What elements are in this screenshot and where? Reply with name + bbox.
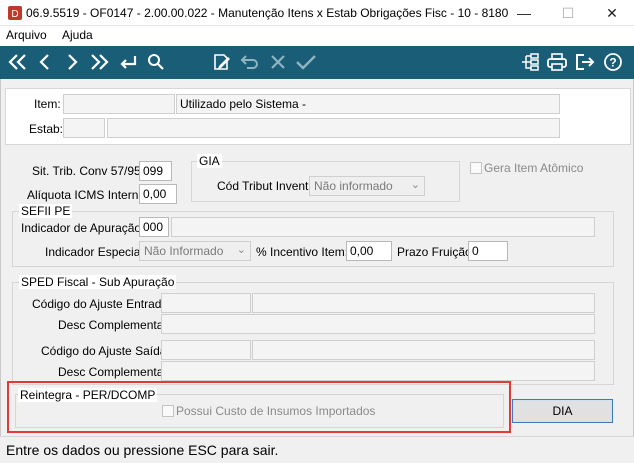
desc-complementar-saida-label: Desc Complementar: <box>58 365 171 379</box>
cod-tribut-select[interactable]: Não informado ⌄ <box>309 176 425 196</box>
desc-complementar-saida-input[interactable] <box>161 361 595 381</box>
estab-label: Estab: <box>29 122 64 136</box>
item-input[interactable] <box>63 94 175 114</box>
indicador-apuracao-description <box>171 217 595 237</box>
indicador-especial-label: Indicador Especial: <box>45 245 147 259</box>
ajuste-entrada-input[interactable] <box>161 293 251 313</box>
ajuste-entrada-description <box>252 293 595 313</box>
help-icon[interactable]: ? <box>601 50 625 74</box>
menu-ajuda[interactable]: Ajuda <box>62 28 93 42</box>
chevron-down-icon: ⌄ <box>236 244 246 256</box>
possui-custo-label: Possui Custo de Insumos Importados <box>176 404 376 418</box>
desc-complementar-entrada-input[interactable] <box>161 314 595 334</box>
search-icon[interactable] <box>144 50 168 74</box>
edit-icon[interactable] <box>210 50 234 74</box>
ajuste-saida-input[interactable] <box>161 340 251 360</box>
gia-group-title: GIA <box>197 154 222 168</box>
first-record-icon[interactable] <box>6 50 30 74</box>
status-bar: Entre os dados ou pressione ESC para sai… <box>0 436 634 463</box>
item-label: Item: <box>34 97 61 111</box>
status-text: Entre os dados ou pressione ESC para sai… <box>6 442 279 458</box>
main-panel: Item: Utilizado pelo Sistema - Estab: Si… <box>0 79 634 436</box>
exit-icon[interactable] <box>573 50 597 74</box>
sit-trib-input[interactable]: 099 <box>139 161 172 181</box>
aliquota-label: Alíquota ICMS Interna: <box>27 188 149 202</box>
menu-arquivo[interactable]: Arquivo <box>6 28 47 42</box>
svg-text:?: ? <box>609 56 616 70</box>
reintegra-group-title: Reintegra - PER/DCOMP <box>18 388 158 402</box>
close-button[interactable]: ✕ <box>590 0 634 26</box>
window-title: 06.9.5519 - OF0147 - 2.00.00.022 - Manut… <box>26 6 509 20</box>
dia-button[interactable]: DIA <box>512 399 613 423</box>
aliquota-input[interactable]: 0,00 <box>139 184 177 204</box>
cancel-icon[interactable] <box>266 50 290 74</box>
item-description-field: Utilizado pelo Sistema - <box>176 94 560 114</box>
print-icon[interactable] <box>545 50 569 74</box>
prazo-fruicao-input[interactable]: 0 <box>468 241 508 261</box>
chevron-down-icon: ⌄ <box>410 179 420 191</box>
incentivo-label: % Incentivo Item: <box>256 245 349 259</box>
previous-record-icon[interactable] <box>33 50 57 74</box>
estab-description-field <box>107 118 560 138</box>
sefii-group-title: SEFII PE <box>19 204 73 218</box>
next-record-icon[interactable] <box>60 50 84 74</box>
structure-icon[interactable] <box>518 50 542 74</box>
gera-item-atomico-label: Gera Item Atômico <box>484 161 584 175</box>
app-icon: D <box>8 6 22 20</box>
svg-text:D: D <box>11 9 18 20</box>
prazo-fruicao-label: Prazo Fruição: <box>397 245 476 259</box>
maximize-button[interactable]: ☐ <box>546 0 590 26</box>
minimize-button[interactable]: — <box>502 0 546 26</box>
possui-custo-checkbox[interactable] <box>162 405 174 417</box>
estab-input[interactable] <box>63 118 105 138</box>
indicador-especial-select[interactable]: Não Informado ⌄ <box>139 241 251 261</box>
ajuste-saida-label: Código do Ajuste Saída: <box>41 344 170 358</box>
last-record-icon[interactable] <box>87 50 111 74</box>
sped-group-title: SPED Fiscal - Sub Apuração <box>19 275 177 289</box>
gera-item-atomico-checkbox[interactable] <box>470 162 482 174</box>
toolbar: ? <box>0 46 634 79</box>
goto-icon[interactable] <box>116 50 140 74</box>
indicador-apuracao-input[interactable]: 000 <box>139 217 169 237</box>
incentivo-input[interactable]: 0,00 <box>346 241 392 261</box>
confirm-icon[interactable] <box>294 50 318 74</box>
indicador-apuracao-label: Indicador de Apuração: <box>21 221 145 235</box>
cod-tribut-value: Não informado <box>314 179 393 193</box>
cod-tribut-label: Cód Tribut Invent: <box>217 179 312 193</box>
sit-trib-label: Sit. Trib. Conv 57/95: <box>32 164 145 178</box>
undo-icon[interactable] <box>238 50 262 74</box>
indicador-especial-value: Não Informado <box>144 244 224 258</box>
menu-bar: Arquivo Ajuda <box>0 26 634 46</box>
desc-complementar-entrada-label: Desc Complementar: <box>58 318 171 332</box>
title-bar: D 06.9.5519 - OF0147 - 2.00.00.022 - Man… <box>0 0 634 26</box>
ajuste-entrada-label: Código do Ajuste Entrada: <box>32 297 172 311</box>
ajuste-saida-description <box>252 340 595 360</box>
